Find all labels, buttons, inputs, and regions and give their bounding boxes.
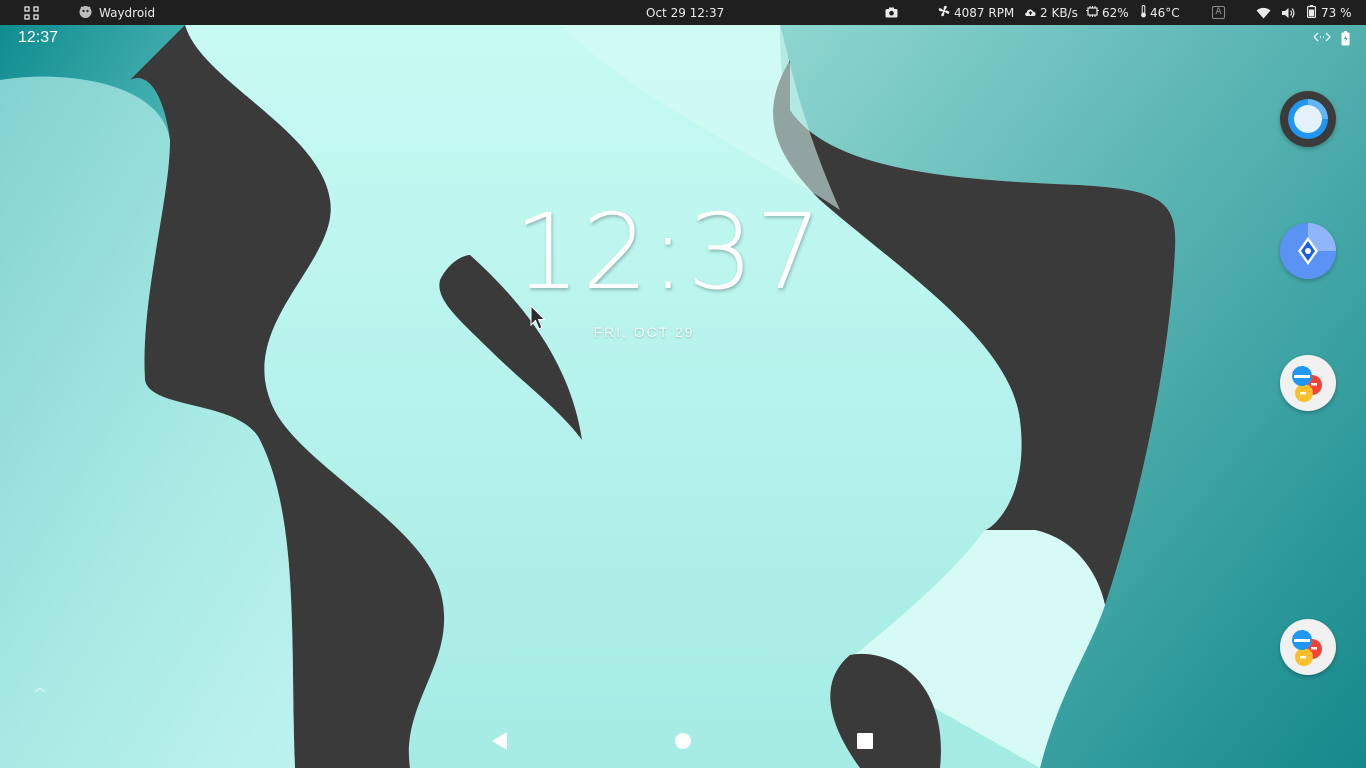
top-bar-clock[interactable]: Oct 29 12:37	[646, 0, 724, 25]
lockscreen-clock: 12:37	[514, 191, 824, 313]
battery-percent: 73 %	[1321, 5, 1352, 20]
android-status-icons	[1313, 31, 1350, 50]
chevron-up-icon[interactable]	[34, 686, 46, 697]
data-transfer-icon	[1313, 31, 1331, 50]
keyboard-layout-label: A	[1212, 6, 1225, 19]
fan-icon	[938, 5, 950, 20]
circle-app-icon	[1288, 99, 1328, 139]
app-menu[interactable]: Waydroid	[78, 0, 155, 25]
network-indicator[interactable]: 2 KB/s	[1024, 0, 1078, 25]
temperature-value: 46°C	[1150, 5, 1180, 20]
app-icon-3[interactable]	[1280, 355, 1336, 411]
wallpaper	[0, 0, 1366, 768]
apps-grid-icon[interactable]	[24, 0, 40, 25]
wifi-icon[interactable]	[1256, 0, 1271, 25]
android-battery-icon	[1341, 31, 1350, 50]
app-icon-2[interactable]	[1280, 223, 1336, 279]
fan-indicator[interactable]: 4087 RPM	[938, 0, 1014, 25]
network-speed: 2 KB/s	[1040, 5, 1078, 20]
cpu-usage: 62%	[1102, 5, 1129, 20]
cpu-icon	[1086, 5, 1099, 20]
gnome-top-bar: Waydroid Oct 29 12:37 4087 RPM 2 KB/s 62…	[0, 0, 1366, 25]
nav-recents-button[interactable]	[857, 733, 873, 749]
camera-icon[interactable]	[885, 0, 898, 25]
app-icon-4[interactable]	[1280, 619, 1336, 675]
battery-icon	[1307, 4, 1317, 21]
temperature-indicator[interactable]: 46°C	[1140, 0, 1180, 25]
navigation-app-icon	[1280, 223, 1336, 279]
cpu-indicator[interactable]: 62%	[1086, 0, 1129, 25]
contacts-app-icon	[1292, 366, 1322, 402]
keyboard-layout-indicator[interactable]: A	[1212, 0, 1225, 25]
app-name-label: Waydroid	[99, 5, 156, 20]
cloud-upload-icon	[1024, 6, 1037, 20]
nav-back-button[interactable]	[490, 731, 508, 751]
waydroid-screen: Waydroid Oct 29 12:37 4087 RPM 2 KB/s 62…	[0, 0, 1366, 768]
android-status-time: 12:37	[18, 29, 59, 46]
contacts-app-icon	[1292, 630, 1322, 666]
waydroid-icon	[78, 4, 93, 22]
app-icon-1[interactable]	[1280, 91, 1336, 147]
volume-icon[interactable]	[1281, 0, 1295, 25]
lockscreen-date: FRI, OCT 29	[593, 324, 695, 340]
fan-rpm: 4087 RPM	[954, 5, 1015, 20]
mouse-cursor-icon	[530, 304, 546, 335]
thermometer-icon	[1140, 4, 1147, 21]
battery-indicator[interactable]: 73 %	[1307, 0, 1352, 25]
nav-home-button[interactable]	[675, 733, 691, 749]
